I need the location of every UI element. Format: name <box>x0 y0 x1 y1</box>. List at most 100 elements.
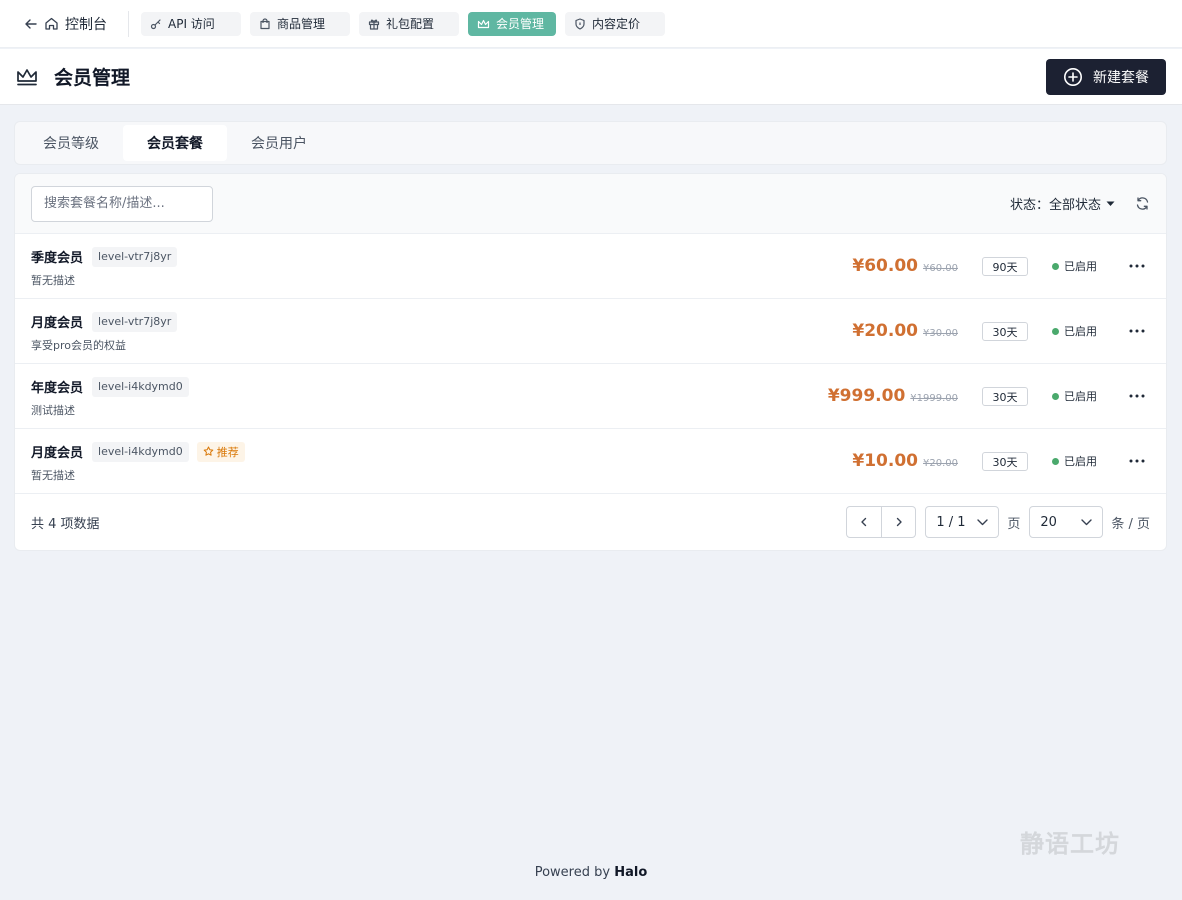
chevron-left-icon <box>860 517 868 527</box>
status-text: 已启用 <box>1064 260 1097 273</box>
refresh-button[interactable] <box>1135 196 1150 211</box>
page-select[interactable]: 1 / 1 <box>925 506 1000 538</box>
page-nav-buttons <box>846 506 917 538</box>
plan-original-price: ¥30.00 <box>923 328 958 339</box>
caret-down-icon <box>1106 201 1115 207</box>
nav-tab-pricing[interactable]: 内容定价 <box>565 11 666 36</box>
nav-tab-membership[interactable]: 会员管理 <box>468 11 557 36</box>
plan-row: 月度会员 level-i4kdymd0 推荐 暂无描述 ¥10.00 ¥20.0… <box>15 429 1166 494</box>
plus-circle-icon <box>1063 67 1083 87</box>
status-dot <box>1052 262 1059 270</box>
shopping-bag-icon <box>259 17 271 30</box>
plan-price: ¥20.00 <box>852 321 918 341</box>
tab-member-levels[interactable]: 会员等级 <box>19 125 123 161</box>
plan-name: 季度会员 <box>31 251 84 266</box>
status-text: 已启用 <box>1064 455 1097 468</box>
status-filter-value: 全部状态 <box>1048 198 1101 213</box>
page-size-unit: 条 / 页 <box>1111 516 1150 532</box>
page-header: 会员管理 新建套餐 <box>0 49 1182 105</box>
prev-page-button[interactable] <box>847 507 881 537</box>
page-size-select[interactable]: 20 <box>1029 506 1104 538</box>
back-label: 控制台 <box>65 16 107 33</box>
plan-title-line: 季度会员 level-vtr7j8yr <box>31 246 178 267</box>
back-to-console-link[interactable]: 控制台 <box>0 0 128 48</box>
home-icon <box>44 16 59 31</box>
gift-icon <box>368 18 380 30</box>
plan-row: 年度会员 level-i4kdymd0 测试描述 ¥999.00 ¥1999.0… <box>15 364 1166 429</box>
plan-row: 月度会员 level-vtr7j8yr 享受pro会员的权益 ¥20.00 ¥3… <box>15 299 1166 364</box>
status-filter-dropdown[interactable]: 状态： 全部状态 <box>1010 194 1115 213</box>
nav-divider <box>128 10 129 37</box>
price-group: ¥60.00 ¥60.00 <box>852 256 958 276</box>
star-outline-icon <box>203 446 214 457</box>
status-text: 已启用 <box>1064 325 1097 338</box>
plan-info: 季度会员 level-vtr7j8yr 暂无描述 <box>31 246 178 288</box>
level-tag: level-i4kdymd0 <box>92 376 189 397</box>
new-plan-button[interactable]: 新建套餐 <box>1046 58 1166 95</box>
recommended-badge: 推荐 <box>196 441 245 462</box>
new-plan-label: 新建套餐 <box>1093 69 1149 86</box>
sub-tabs: 会员等级 会员套餐 会员用户 <box>14 121 1167 165</box>
plan-description: 享受pro会员的权益 <box>31 339 126 352</box>
status-text: 已启用 <box>1064 390 1097 403</box>
ellipsis-icon <box>1129 329 1145 333</box>
status-dot <box>1052 327 1059 335</box>
plan-original-price: ¥60.00 <box>923 263 958 274</box>
key-icon <box>150 18 162 30</box>
plan-original-price: ¥20.00 <box>923 458 958 469</box>
powered-by-footer: Powered by Halo <box>0 865 1182 880</box>
status-dot <box>1052 457 1059 465</box>
crown-icon <box>16 68 38 86</box>
page-title: 会员管理 <box>54 67 131 89</box>
status-indicator: 已启用 <box>1052 388 1097 404</box>
plan-info: 月度会员 level-i4kdymd0 推荐 暂无描述 <box>31 441 245 483</box>
level-tag: level-i4kdymd0 <box>92 441 189 462</box>
nav-tab-api[interactable]: API 访问 <box>141 11 241 36</box>
status-indicator: 已启用 <box>1052 258 1097 274</box>
plan-title-line: 月度会员 level-vtr7j8yr <box>31 311 178 332</box>
duration-badge: 30天 <box>982 387 1028 406</box>
plan-description: 暂无描述 <box>31 274 75 287</box>
next-page-button[interactable] <box>881 507 915 537</box>
status-dot <box>1052 392 1059 400</box>
page-select-value: 1 / 1 <box>936 514 966 530</box>
price-group: ¥999.00 ¥1999.00 <box>828 386 958 406</box>
plans-card: 状态： 全部状态 季度会员 level-vtr7j8yr 暂无描述 ¥60.00 <box>14 173 1167 551</box>
duration-badge: 30天 <box>982 322 1028 341</box>
nav-tab-label: 内容定价 <box>592 17 641 31</box>
status-indicator: 已启用 <box>1052 323 1097 339</box>
price-group: ¥20.00 ¥30.00 <box>852 321 958 341</box>
more-actions-button[interactable] <box>1127 451 1147 471</box>
chevron-down-icon <box>977 518 989 526</box>
plan-description: 暂无描述 <box>31 469 75 482</box>
tab-member-plans[interactable]: 会员套餐 <box>123 125 227 161</box>
top-nav: 控制台 API 访问 商品管理 礼包配置 会员管理 内容定价 <box>0 0 1182 48</box>
page-unit: 页 <box>1007 516 1021 532</box>
nav-tab-label: 商品管理 <box>277 17 326 31</box>
status-indicator: 已启用 <box>1052 453 1097 469</box>
search-input[interactable] <box>31 185 213 222</box>
plan-price: ¥999.00 <box>827 386 906 406</box>
plan-name: 年度会员 <box>31 381 84 396</box>
tab-member-users[interactable]: 会员用户 <box>227 125 331 161</box>
nav-tab-gift[interactable]: 礼包配置 <box>359 11 459 36</box>
pagination-bar: 共 4 项数据 1 / 1 页 20 条 / 页 <box>15 494 1166 550</box>
more-actions-button[interactable] <box>1127 321 1147 341</box>
plan-row: 季度会员 level-vtr7j8yr 暂无描述 ¥60.00 ¥60.00 9… <box>15 234 1166 299</box>
arrow-left-icon <box>24 17 38 31</box>
duration-badge: 90天 <box>982 257 1028 276</box>
powered-by-brand[interactable]: Halo <box>614 865 647 880</box>
nav-tab-label: 礼包配置 <box>386 17 435 31</box>
more-actions-button[interactable] <box>1127 256 1147 276</box>
crown-icon <box>477 18 490 30</box>
watermark: 静语工坊 <box>1020 830 1120 858</box>
duration-badge: 30天 <box>982 452 1028 471</box>
plan-price: ¥60.00 <box>852 256 918 276</box>
more-actions-button[interactable] <box>1127 386 1147 406</box>
price-group: ¥10.00 ¥20.00 <box>852 451 958 471</box>
powered-by-prefix: Powered by <box>534 865 611 880</box>
nav-tab-products[interactable]: 商品管理 <box>250 11 350 36</box>
plan-title-line: 月度会员 level-i4kdymd0 推荐 <box>31 441 245 462</box>
list-toolbar: 状态： 全部状态 <box>15 174 1166 234</box>
nav-tab-label: API 访问 <box>168 17 215 31</box>
